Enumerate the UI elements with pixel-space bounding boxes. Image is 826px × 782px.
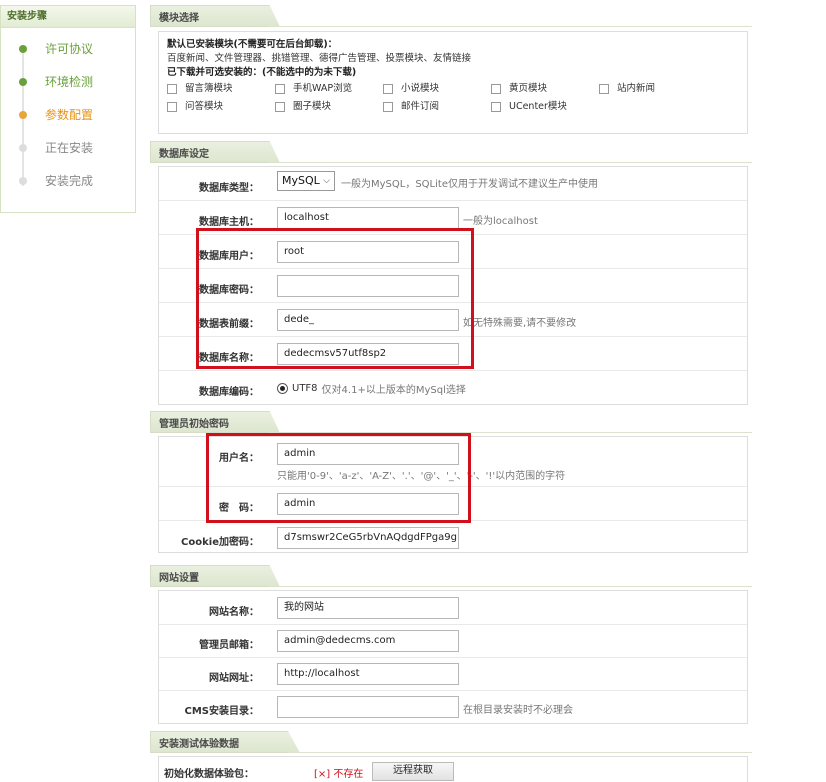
site-url-row: 网站网址： http://localhost xyxy=(159,657,747,691)
section-header-site: 网站设置 xyxy=(150,565,752,587)
db-host-input[interactable]: localhost xyxy=(277,207,459,229)
module-option[interactable]: 圈子模块 xyxy=(275,99,383,115)
site-name-input[interactable]: 我的网站 xyxy=(277,597,459,619)
module-option[interactable]: 留言簿模块 xyxy=(167,81,275,97)
admin-email-label: 管理员邮箱： xyxy=(199,640,259,651)
highlight-box-admin-credentials xyxy=(206,433,471,523)
step-complete: 安装完成 xyxy=(1,170,135,203)
checkbox-icon[interactable] xyxy=(167,102,177,112)
default-modules-list: 百度新闻、文件管理器、挑错管理、德得广告管理、投票模块、友情链接 xyxy=(167,53,472,64)
checkbox-icon[interactable] xyxy=(599,84,609,94)
step-license: 许可协议 xyxy=(1,38,135,71)
site-box: 网站名称： 我的网站 管理员邮箱： admin@dedecms.com 网站网址… xyxy=(158,590,748,724)
db-prefix-hint: 如无特殊需要,请不要修改 xyxy=(463,318,577,329)
step-label: 环境检测 xyxy=(45,75,94,89)
step-installing: 正在安装 xyxy=(1,137,135,170)
install-dir-row: CMS安装目录： 在根目录安装时不必理会 xyxy=(159,690,747,724)
demo-box: 初始化数据体验包： [×] 不存在 远程获取 xyxy=(158,756,748,782)
section-title: 数据库设定 xyxy=(159,149,209,160)
step-label: 安装完成 xyxy=(45,174,94,188)
section-header-database: 数据库设定 xyxy=(150,141,752,163)
db-host-hint: 一般为localhost xyxy=(463,216,538,227)
install-steps-sidebar: 安装步骤 许可协议 环境检测 参数配置 正在安装 安装完成 xyxy=(0,5,136,213)
install-dir-label: CMS安装目录： xyxy=(184,706,260,717)
step-pending-dot-icon xyxy=(19,144,27,152)
step-label: 参数配置 xyxy=(45,108,94,122)
site-name-row: 网站名称： 我的网站 xyxy=(159,591,747,625)
db-encoding-label: 数据库编码： xyxy=(199,387,259,398)
module-option[interactable]: 手机WAP浏览 xyxy=(275,81,383,97)
demo-data-status: [×] 不存在 xyxy=(314,769,364,780)
module-option[interactable]: 黄页模块 xyxy=(491,81,599,97)
install-dir-hint: 在根目录安装时不必理会 xyxy=(463,705,573,716)
install-dir-input[interactable] xyxy=(277,696,459,718)
sidebar-title: 安装步骤 xyxy=(1,6,135,28)
db-type-label: 数据库类型： xyxy=(199,183,259,194)
admin-email-row: 管理员邮箱： admin@dedecms.com xyxy=(159,624,747,658)
module-option[interactable]: 小说模块 xyxy=(383,81,491,97)
default-modules-label: 默认已安装模块(不需要可在后台卸载)： xyxy=(167,39,338,50)
module-option[interactable]: UCenter模块 xyxy=(491,99,599,115)
chevron-down-icon: ⌵ xyxy=(323,176,330,186)
section-header-modules: 模块选择 xyxy=(150,5,752,27)
step-list: 许可协议 环境检测 参数配置 正在安装 安装完成 xyxy=(1,28,135,203)
cookie-key-input[interactable]: d7smswr2CeG5rbVnAQdgdFPga9gRp xyxy=(277,527,459,549)
admin-email-input[interactable]: admin@dedecms.com xyxy=(277,630,459,652)
demo-data-label: 初始化数据体验包： xyxy=(164,769,254,780)
step-env-check: 环境检测 xyxy=(1,71,135,104)
optional-modules-label: 已下载并可选安装的：(不能选中的为未下载) xyxy=(167,67,357,78)
modules-box: 默认已安装模块(不需要可在后台卸载)： 百度新闻、文件管理器、挑错管理、德得广告… xyxy=(158,31,748,134)
step-config: 参数配置 xyxy=(1,104,135,137)
site-url-label: 网站网址： xyxy=(209,673,259,684)
section-title: 网站设置 xyxy=(159,573,199,584)
checkbox-icon[interactable] xyxy=(275,84,285,94)
module-option[interactable]: 邮件订阅 xyxy=(383,99,491,115)
db-encoding-row: 数据库编码： UTF8 仅对4.1+以上版本的MySql选择 xyxy=(159,371,747,405)
checkbox-icon[interactable] xyxy=(167,84,177,94)
checkbox-icon[interactable] xyxy=(383,84,393,94)
step-label: 许可协议 xyxy=(45,42,94,56)
cookie-key-row: Cookie加密码： d7smswr2CeG5rbVnAQdgdFPga9gRp xyxy=(159,521,747,555)
checkbox-icon[interactable] xyxy=(491,84,501,94)
db-encoding-radio[interactable]: UTF8 仅对4.1+以上版本的MySql选择 xyxy=(277,381,466,396)
site-url-input[interactable]: http://localhost xyxy=(277,663,459,685)
section-title: 管理员初始密码 xyxy=(159,419,229,430)
step-done-dot-icon xyxy=(19,78,27,86)
module-option[interactable]: 站内新闻 xyxy=(599,81,707,97)
checkbox-icon[interactable] xyxy=(491,102,501,112)
module-option[interactable]: 问答模块 xyxy=(167,99,275,115)
step-label: 正在安装 xyxy=(45,141,94,155)
cookie-key-label: Cookie加密码： xyxy=(181,537,259,548)
db-encoding-hint: 仅对4.1+以上版本的MySql选择 xyxy=(321,385,466,396)
optional-modules-grid: 留言簿模块 手机WAP浏览 小说模块 黄页模块 站内新闻 问答模块 圈子模块 邮… xyxy=(167,81,741,115)
section-header-demo: 安装测试体验数据 xyxy=(150,731,752,753)
db-type-hint: 一般为MySQL，SQLite仅用于开发调试不建议生产中使用 xyxy=(341,179,598,190)
checkbox-icon[interactable] xyxy=(383,102,393,112)
step-current-dot-icon xyxy=(19,111,27,119)
step-pending-dot-icon xyxy=(19,177,27,185)
highlight-box-db-credentials xyxy=(196,228,474,369)
section-header-admin: 管理员初始密码 xyxy=(150,411,752,433)
db-type-row: 数据库类型： MySQL ⌵ 一般为MySQL，SQLite仅用于开发调试不建议生… xyxy=(159,167,747,201)
db-host-label: 数据库主机： xyxy=(199,217,259,228)
section-title: 安装测试体验数据 xyxy=(159,739,239,750)
remote-fetch-button[interactable]: 远程获取 xyxy=(372,762,454,781)
section-title: 模块选择 xyxy=(159,13,199,24)
site-name-label: 网站名称： xyxy=(209,607,259,618)
radio-selected-icon[interactable] xyxy=(277,383,288,394)
checkbox-icon[interactable] xyxy=(275,102,285,112)
db-type-select[interactable]: MySQL ⌵ xyxy=(277,171,335,191)
step-done-dot-icon xyxy=(19,45,27,53)
